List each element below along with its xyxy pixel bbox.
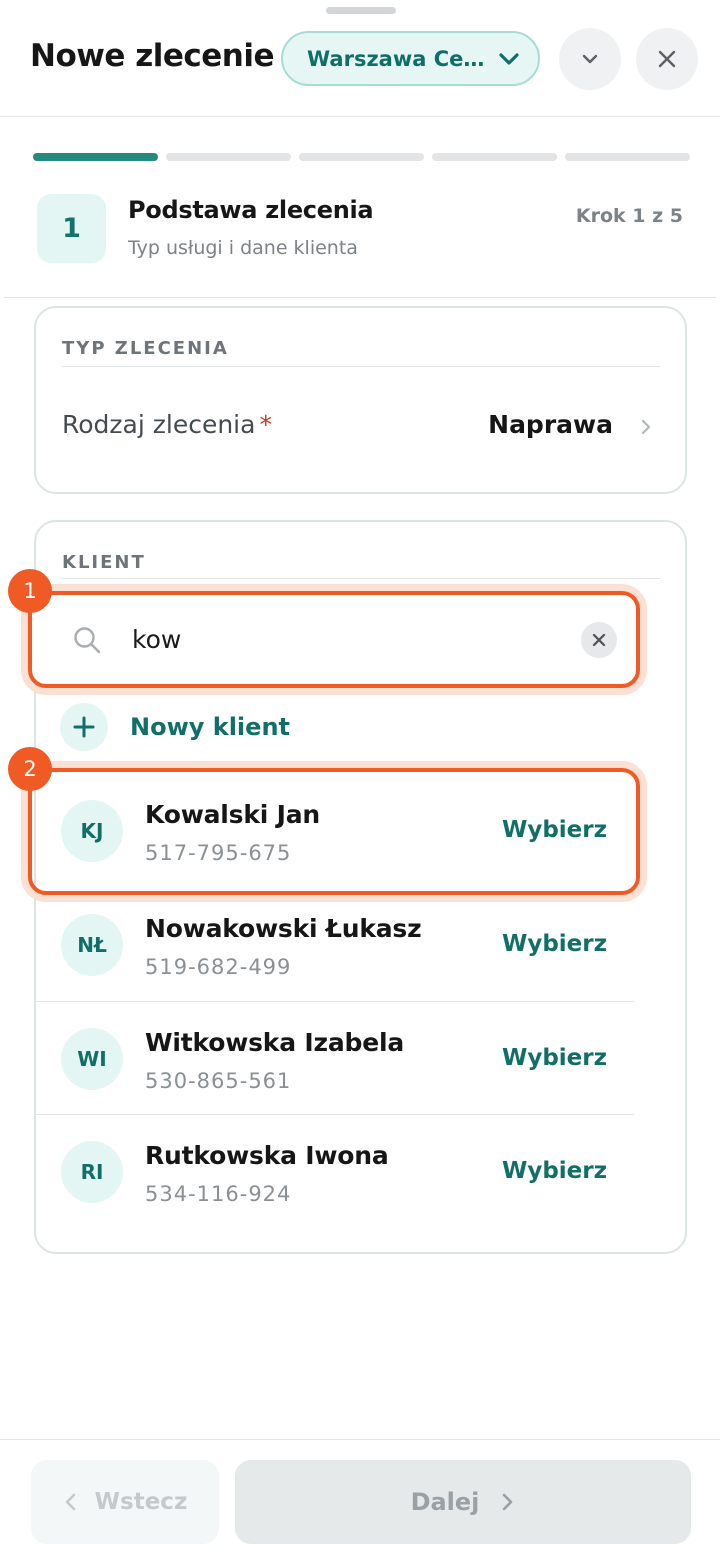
step-number: 1 — [37, 194, 106, 263]
search-icon — [74, 627, 101, 654]
location-label: Warszawa Ce… — [307, 46, 485, 71]
select-client-button[interactable]: Wybierz — [502, 931, 607, 957]
location-selector[interactable]: Warszawa Ce… — [281, 31, 540, 86]
chevron-right-icon — [503, 1493, 513, 1511]
avatar: RI — [61, 1141, 123, 1203]
close-icon — [658, 50, 676, 68]
step-subtitle: Typ usługi i dane klienta — [128, 237, 358, 259]
client-name: Witkowska Izabela — [145, 1028, 405, 1057]
required-mark: * — [259, 410, 272, 439]
step-title: Podstawa zlecenia — [128, 196, 374, 224]
order-type-label: Rodzaj zlecenia * — [62, 410, 272, 439]
progress-segment-3 — [299, 153, 424, 161]
client-name: Rutkowska Iwona — [145, 1141, 389, 1170]
search-value[interactable]: kow — [132, 625, 181, 654]
close-icon — [592, 633, 606, 647]
next-button[interactable]: Dalej — [235, 1460, 691, 1544]
chevron-down-icon — [499, 53, 519, 65]
back-button[interactable]: Wstecz — [31, 1460, 219, 1544]
progress-segment-4 — [432, 153, 557, 161]
select-client-button[interactable]: Wybierz — [502, 1045, 607, 1071]
client-result-row[interactable]: NŁ Nowakowski Łukasz 519-682-499 Wybierz — [36, 888, 634, 1001]
progress-segment-2 — [166, 153, 291, 161]
progress-segment-1 — [33, 153, 158, 161]
section-label-client: KLIENT — [62, 552, 146, 573]
step-counter: Krok 1 z 5 — [575, 205, 683, 227]
client-search-input[interactable]: kow — [28, 591, 640, 688]
client-name: Nowakowski Łukasz — [145, 914, 422, 943]
footer: Wstecz Dalej — [0, 1439, 720, 1561]
client-phone: 530-865-561 — [145, 1069, 292, 1093]
close-button[interactable] — [636, 28, 698, 90]
client-phone: 534-116-924 — [145, 1182, 292, 1206]
chevron-left-icon — [65, 1493, 75, 1511]
clear-search-button[interactable] — [581, 622, 617, 658]
progress-segment-5 — [565, 153, 690, 161]
order-type-card: TYP ZLECENIA Rodzaj zlecenia * Naprawa — [34, 306, 687, 494]
chevron-right-icon — [641, 419, 651, 435]
page-title: Nowe zlecenie — [30, 38, 275, 74]
order-type-value: Naprawa — [488, 410, 613, 439]
section-label-order-type: TYP ZLECENIA — [62, 338, 229, 359]
new-client-button[interactable]: Nowy klient — [60, 703, 290, 751]
client-result-row[interactable]: RI Rutkowska Iwona 534-116-924 Wybierz — [36, 1114, 634, 1227]
divider — [4, 297, 716, 298]
avatar: WI — [61, 1028, 123, 1090]
avatar: NŁ — [61, 914, 123, 976]
plus-icon — [60, 703, 108, 751]
client-result-row[interactable]: WI Witkowska Izabela 530-865-561 Wybierz — [36, 1001, 634, 1114]
annotation-badge-2: 2 — [8, 747, 52, 791]
step-progress-bar — [33, 153, 690, 161]
header: Nowe zlecenie Warszawa Ce… — [0, 0, 720, 117]
highlight-frame — [28, 768, 640, 895]
select-client-button[interactable]: Wybierz — [502, 1158, 607, 1184]
annotation-badge-1: 1 — [8, 569, 52, 613]
divider — [62, 366, 660, 367]
new-client-label: Nowy klient — [130, 713, 290, 741]
client-phone: 519-682-499 — [145, 955, 292, 979]
divider — [62, 578, 660, 579]
chevron-down-icon — [582, 54, 598, 64]
collapse-button[interactable] — [559, 28, 621, 90]
back-label: Wstecz — [94, 1489, 188, 1515]
next-label: Dalej — [410, 1488, 480, 1516]
